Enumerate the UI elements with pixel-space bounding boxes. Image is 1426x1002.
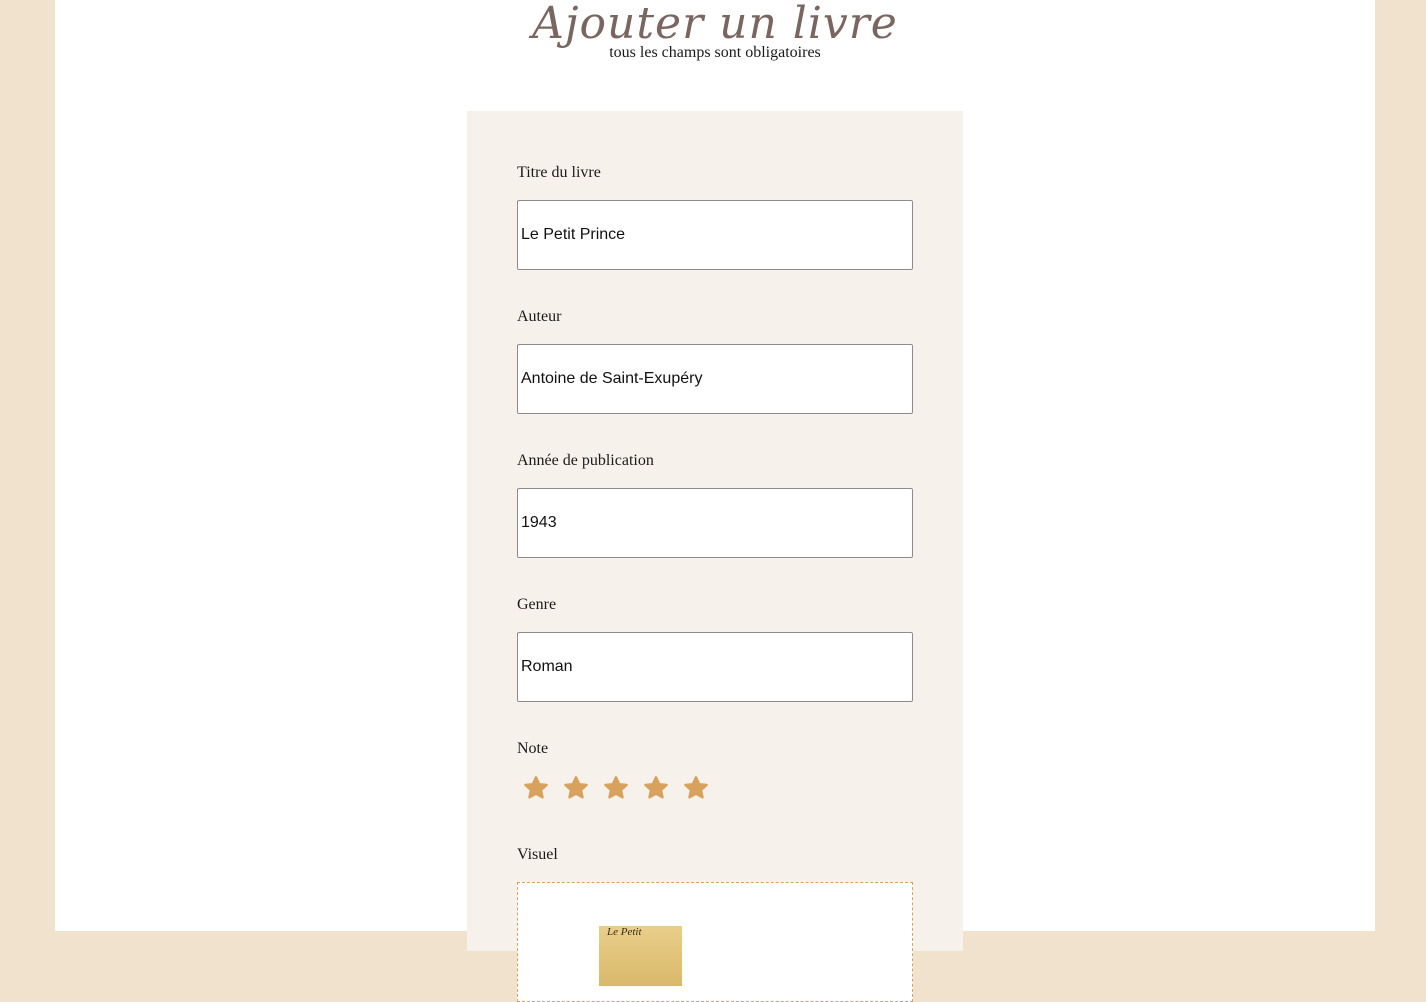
main-content: Ajouter un livre tous les champs sont ob… [55, 0, 1375, 1002]
author-input[interactable] [517, 344, 913, 414]
rating-label: Note [517, 740, 549, 757]
genre-input[interactable] [517, 632, 913, 702]
genre-label: Genre [517, 596, 557, 613]
add-book-form: Titre du livre Auteur Année de publicati… [467, 111, 963, 1002]
star-icon[interactable] [682, 774, 710, 802]
cover-upload-dropzone[interactable]: Le Petit [517, 882, 913, 1002]
star-icon[interactable] [642, 774, 670, 802]
star-icon[interactable] [602, 774, 630, 802]
rating-stars [522, 774, 710, 802]
star-icon[interactable] [522, 774, 550, 802]
visual-label: Visuel [517, 846, 558, 863]
star-icon[interactable] [562, 774, 590, 802]
year-input[interactable] [517, 488, 913, 558]
cover-preview-image: Le Petit [599, 926, 682, 986]
title-label: Titre du livre [517, 164, 601, 181]
cover-preview-title: Le Petit [607, 926, 642, 938]
title-input[interactable] [517, 200, 913, 270]
year-label: Année de publication [517, 452, 654, 469]
page-subtitle: tous les champs sont obligatoires [609, 44, 821, 61]
author-label: Auteur [517, 308, 562, 325]
